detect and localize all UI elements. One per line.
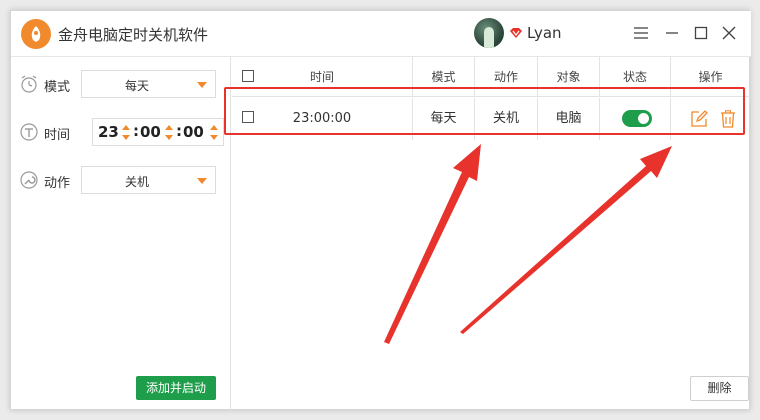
header-time: 时间 [232, 57, 412, 97]
app-window: 金舟电脑定时关机软件 Lyan 模式 每天 时间 23: 00: 00 动作… [10, 10, 751, 410]
app-logo-icon [21, 19, 51, 49]
second-stepper[interactable] [210, 123, 218, 143]
mode-select-value: 每天 [124, 79, 149, 93]
task-table: 时间 模式 动作 对象 状态 操作 23:00:00 每天 关机 电脑 删除 [232, 57, 750, 410]
action-select-value: 关机 [124, 175, 149, 189]
chevron-down-icon [197, 82, 207, 88]
app-title: 金舟电脑定时关机软件 [58, 26, 209, 44]
table-row[interactable]: 23:00:00 每天 关机 电脑 [232, 98, 750, 140]
time-separator: : [133, 122, 139, 140]
time-second[interactable]: 00 [183, 123, 204, 141]
alarm-clock-icon [21, 75, 37, 93]
cell-target: 电脑 [537, 98, 599, 140]
status-toggle[interactable] [622, 110, 652, 127]
table-header: 时间 模式 动作 对象 状态 操作 [232, 57, 750, 97]
action-select[interactable]: 关机 [81, 166, 216, 194]
header-mode: 模式 [412, 57, 474, 97]
header-operation: 操作 [670, 57, 750, 97]
edit-icon[interactable] [690, 110, 708, 128]
header-action: 动作 [474, 57, 537, 97]
time-label: 时间 [44, 128, 71, 143]
cell-mode: 每天 [412, 98, 474, 140]
time-input[interactable]: 23 : 00 : 00 [92, 118, 224, 146]
add-and-start-button[interactable]: 添加并启动 [136, 376, 216, 400]
close-icon[interactable] [719, 23, 739, 43]
action-label: 动作 [44, 176, 71, 191]
time-separator: : [176, 122, 182, 140]
select-all-checkbox[interactable] [242, 70, 254, 82]
delete-button[interactable]: 删除 [690, 376, 749, 401]
minimize-icon[interactable] [662, 23, 682, 43]
title-bar: 金舟电脑定时关机软件 Lyan [11, 11, 751, 57]
header-target: 对象 [537, 57, 599, 97]
minute-stepper[interactable] [165, 123, 173, 143]
cell-time: 23:00:00 [232, 98, 412, 140]
time-hour[interactable]: 23 [98, 123, 119, 141]
hour-stepper[interactable] [122, 123, 130, 143]
username[interactable]: Lyan [527, 24, 562, 42]
header-status: 状态 [599, 57, 670, 97]
settings-panel: 模式 每天 时间 23 : 00 : 00 动作 关机 添加并启动 [11, 57, 231, 410]
mode-select[interactable]: 每天 [81, 70, 216, 98]
time-icon [20, 123, 38, 141]
time-minute[interactable]: 00 [140, 123, 161, 141]
avatar[interactable] [474, 18, 504, 48]
cell-operation [670, 98, 750, 140]
chevron-down-icon [197, 178, 207, 184]
vip-icon [510, 28, 522, 38]
menu-icon[interactable] [631, 23, 651, 43]
cell-time-value: 23:00:00 [292, 111, 352, 126]
maximize-icon[interactable] [691, 23, 711, 43]
row-checkbox[interactable] [242, 111, 254, 123]
wrench-icon [20, 171, 38, 189]
mode-label: 模式 [44, 80, 71, 95]
trash-icon[interactable] [720, 110, 736, 128]
cell-action: 关机 [474, 98, 537, 140]
header-time-label: 时间 [309, 70, 334, 84]
